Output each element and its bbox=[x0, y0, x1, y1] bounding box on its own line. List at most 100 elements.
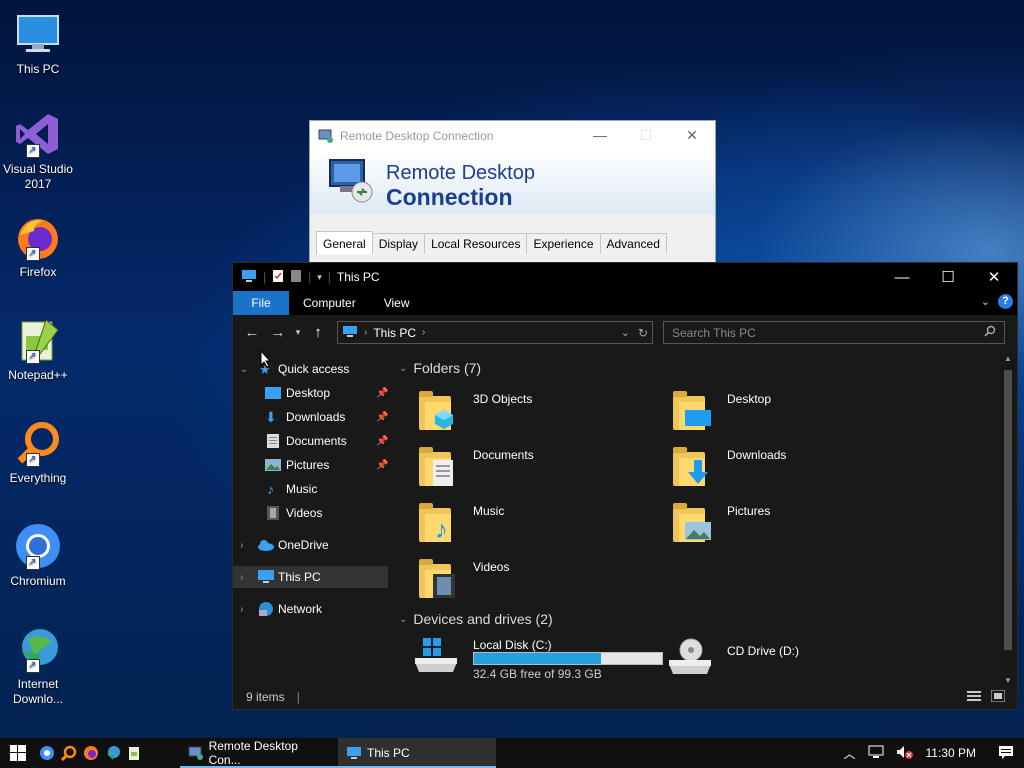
expand-ribbon-icon[interactable]: ⌄ bbox=[981, 295, 990, 308]
help-icon[interactable]: ? bbox=[998, 294, 1013, 309]
explorer-window[interactable]: | | ▾ | This PC — ☐ ✕ File Computer View… bbox=[232, 262, 1018, 710]
pin-icon[interactable]: 📌 bbox=[376, 460, 388, 471]
close-button[interactable]: ✕ bbox=[971, 263, 1017, 291]
up-arrow-icon[interactable]: ↑ bbox=[305, 324, 331, 341]
folder-desktop[interactable]: Desktop bbox=[653, 390, 903, 440]
sidebar-item-desktop[interactable]: Desktop 📌 bbox=[233, 382, 388, 404]
network-status-icon[interactable] bbox=[868, 745, 884, 762]
address-crumb[interactable]: This PC bbox=[373, 326, 416, 340]
ribbon-tabs: File Computer View ⌄ ? bbox=[233, 291, 1017, 315]
pin-icon[interactable]: 📌 bbox=[376, 436, 388, 447]
chevron-right-icon[interactable]: › bbox=[240, 604, 243, 615]
new-folder-icon[interactable] bbox=[290, 269, 302, 286]
sidebar-item-videos[interactable]: Videos bbox=[233, 502, 388, 524]
ribbon-tab-computer[interactable]: Computer bbox=[289, 291, 370, 315]
notifications-icon[interactable] bbox=[998, 745, 1014, 762]
sidebar-item-pictures[interactable]: Pictures 📌 bbox=[233, 454, 388, 476]
folder-3d-objects[interactable]: 3D Objects bbox=[399, 390, 649, 440]
recent-locations-icon[interactable]: ▾ bbox=[291, 327, 305, 338]
sidebar-item-onedrive[interactable]: › OneDrive bbox=[233, 534, 388, 556]
chevron-down-icon[interactable]: ⌄ bbox=[240, 364, 248, 375]
back-arrow-icon[interactable]: ← bbox=[239, 324, 265, 341]
this-pc-icon bbox=[257, 570, 274, 584]
scroll-down-icon[interactable]: ▼ bbox=[1004, 676, 1012, 685]
search-input[interactable]: Search This PC bbox=[672, 326, 756, 340]
ribbon-tab-file[interactable]: File bbox=[233, 291, 289, 315]
customize-qa-icon[interactable]: ▾ bbox=[317, 272, 322, 283]
scroll-up-icon[interactable]: ▲ bbox=[1004, 354, 1012, 363]
desktop-icon-idm[interactable]: Internet Downlo... bbox=[0, 615, 76, 707]
desktop-icon-this-pc[interactable]: This PC bbox=[0, 0, 76, 77]
folder-music[interactable]: ♪ Music bbox=[399, 502, 649, 552]
maximize-button[interactable]: ☐ bbox=[925, 263, 971, 291]
drive-name: Local Disk (C:) bbox=[473, 638, 552, 652]
sidebar-item-downloads[interactable]: ⬇ Downloads 📌 bbox=[233, 406, 388, 428]
details-view-icon[interactable] bbox=[967, 690, 981, 705]
navigation-pane: ⌄ ★ Quick access Desktop 📌 ⬇ Downloads 📌… bbox=[233, 354, 388, 685]
folder-downloads[interactable]: Downloads bbox=[653, 446, 903, 496]
folder-pictures[interactable]: Pictures bbox=[653, 502, 903, 552]
ribbon-tab-view[interactable]: View bbox=[370, 291, 424, 315]
taskbar-everything-icon[interactable] bbox=[58, 738, 80, 768]
chevron-down-icon[interactable]: ⌄ bbox=[399, 363, 407, 374]
folder-videos[interactable]: Videos bbox=[399, 558, 649, 608]
forward-arrow-icon[interactable]: → bbox=[265, 324, 291, 341]
maximize-button[interactable]: ☐ bbox=[623, 127, 669, 144]
address-bar[interactable]: › This PC › ⌄ ↻ bbox=[337, 321, 653, 344]
music-folder-icon: ♪ bbox=[419, 502, 457, 546]
tab-advanced[interactable]: Advanced bbox=[599, 233, 667, 254]
desktop-icon-chromium[interactable]: Chromium bbox=[0, 512, 76, 589]
rdc-titlebar[interactable]: Remote Desktop Connection — ☐ ✕ bbox=[310, 121, 715, 150]
taskbar-idm-icon[interactable] bbox=[102, 738, 124, 768]
chevron-right-icon[interactable]: › bbox=[422, 327, 425, 338]
address-dropdown-icon[interactable]: ⌄ bbox=[621, 326, 630, 339]
desktop-icon-firefox[interactable]: Firefox bbox=[0, 203, 76, 280]
minimize-button[interactable]: — bbox=[577, 127, 623, 144]
scroll-thumb[interactable] bbox=[1004, 370, 1012, 650]
pin-icon[interactable]: 📌 bbox=[376, 412, 388, 423]
chromium-icon bbox=[14, 522, 62, 570]
taskbar-app-rdc[interactable]: Remote Desktop Con... bbox=[180, 738, 338, 768]
vertical-scrollbar[interactable]: ▲ ▼ bbox=[1001, 354, 1015, 685]
drive-local-disk-c[interactable]: Local Disk (C:) 32.4 GB free of 99.3 GB bbox=[399, 636, 663, 685]
desktop-icon-visual-studio[interactable]: Visual Studio 2017 bbox=[0, 100, 76, 192]
desktop-icon-notepadpp[interactable]: Notepad++ bbox=[0, 306, 76, 383]
explorer-titlebar[interactable]: | | ▾ | This PC — ☐ ✕ bbox=[233, 263, 1017, 291]
sidebar-item-this-pc[interactable]: › This PC bbox=[233, 566, 388, 588]
sidebar-item-network[interactable]: › Network bbox=[233, 598, 388, 620]
search-box[interactable]: Search This PC bbox=[663, 321, 1005, 344]
refresh-icon[interactable]: ↻ bbox=[638, 326, 648, 340]
pin-icon[interactable]: 📌 bbox=[376, 388, 388, 399]
taskbar-notepadpp-icon[interactable] bbox=[124, 738, 146, 768]
properties-icon[interactable] bbox=[272, 269, 284, 286]
tab-display[interactable]: Display bbox=[371, 233, 426, 254]
tab-general[interactable]: General bbox=[316, 231, 373, 254]
large-icons-view-icon[interactable] bbox=[990, 689, 1006, 705]
taskbar-firefox-icon[interactable] bbox=[80, 738, 102, 768]
sidebar-item-documents[interactable]: Documents 📌 bbox=[233, 430, 388, 452]
tab-local-resources[interactable]: Local Resources bbox=[424, 233, 528, 254]
drives-group-header[interactable]: ⌄ Devices and drives (2) bbox=[399, 611, 553, 627]
desktop-icon-everything[interactable]: Everything bbox=[0, 409, 76, 486]
start-button[interactable] bbox=[0, 738, 36, 768]
chevron-up-icon[interactable]: ︿ bbox=[844, 745, 856, 762]
folders-group-header[interactable]: ⌄ Folders (7) bbox=[399, 360, 481, 376]
tab-experience[interactable]: Experience bbox=[526, 233, 601, 254]
sidebar-item-quick-access[interactable]: ⌄ ★ Quick access bbox=[233, 358, 388, 380]
chevron-right-icon[interactable]: › bbox=[240, 572, 243, 583]
taskbar-app-this-pc[interactable]: This PC bbox=[338, 738, 496, 768]
separator: | bbox=[327, 270, 331, 284]
this-pc-title-icon bbox=[241, 269, 257, 286]
drive-cd-d[interactable]: CD Drive (D:) bbox=[653, 636, 903, 685]
sidebar-item-music[interactable]: ♪ Music bbox=[233, 478, 388, 500]
rdc-tabs: General Display Local Resources Experien… bbox=[316, 231, 667, 254]
clock[interactable]: 11:30 PM bbox=[926, 746, 976, 760]
volume-muted-icon[interactable] bbox=[896, 745, 914, 762]
chevron-right-icon[interactable]: › bbox=[240, 540, 243, 551]
close-button[interactable]: ✕ bbox=[669, 127, 715, 144]
rdc-window[interactable]: Remote Desktop Connection — ☐ ✕ Remote D… bbox=[309, 120, 716, 267]
folder-documents[interactable]: Documents bbox=[399, 446, 649, 496]
chevron-down-icon[interactable]: ⌄ bbox=[399, 614, 407, 625]
minimize-button[interactable]: — bbox=[879, 263, 925, 291]
taskbar-chromium-icon[interactable] bbox=[36, 738, 58, 768]
